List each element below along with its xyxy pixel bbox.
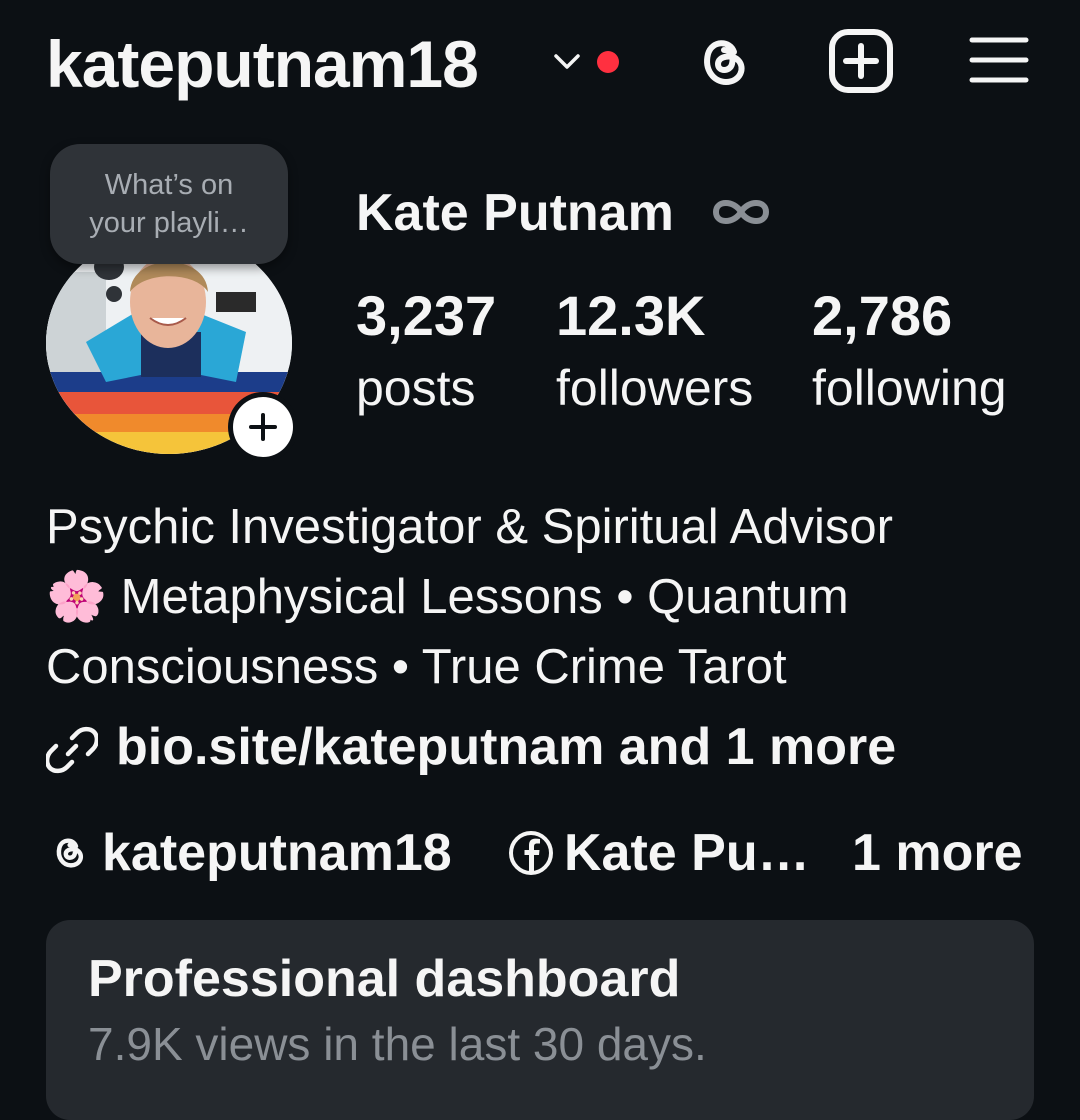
create-new-icon[interactable] bbox=[828, 28, 894, 94]
facebook-icon[interactable] bbox=[508, 830, 554, 876]
note-bubble-tail-dot bbox=[106, 286, 122, 302]
chevron-down-icon[interactable] bbox=[552, 48, 582, 74]
note-bubble[interactable]: What’s on your playli… bbox=[50, 144, 288, 264]
posts-count[interactable]: 3,237 bbox=[356, 282, 496, 350]
add-story-button[interactable] bbox=[228, 392, 298, 462]
plus-icon bbox=[249, 413, 277, 441]
display-name: Kate Putnam bbox=[356, 184, 674, 242]
facebook-link[interactable]: Kate Pu… bbox=[564, 818, 810, 888]
bio-line: Psychic Investigator & Spiritual Advisor bbox=[46, 500, 893, 554]
following-label[interactable]: following bbox=[812, 356, 1007, 420]
infinity-icon[interactable] bbox=[708, 192, 774, 232]
profile-username[interactable]: kateputnam18 bbox=[46, 22, 479, 106]
dashboard-subtitle: 7.9K views in the last 30 days. bbox=[88, 1018, 707, 1070]
note-text: What’s on your playli… bbox=[89, 169, 249, 239]
bio-line: 🌸 Metaphysical Lessons • Quantum bbox=[46, 570, 849, 624]
bio-link[interactable]: bio.site/kateputnam and 1 more bbox=[116, 712, 896, 782]
dashboard-title: Professional dashboard bbox=[88, 950, 681, 1008]
professional-dashboard-card[interactable]: Professional dashboard 7.9K views in the… bbox=[46, 920, 1034, 1120]
posts-label[interactable]: posts bbox=[356, 356, 476, 420]
followers-label[interactable]: followers bbox=[556, 356, 753, 420]
bio-line: Consciousness • True Crime Tarot bbox=[46, 640, 787, 694]
link-icon bbox=[46, 726, 98, 774]
threads-link[interactable]: kateputnam18 bbox=[102, 818, 452, 888]
more-links-button[interactable]: 1 more bbox=[852, 818, 1023, 888]
bio: Psychic Investigator & Spiritual Advisor… bbox=[46, 492, 1056, 702]
threads-icon[interactable] bbox=[48, 830, 90, 874]
following-count[interactable]: 2,786 bbox=[812, 282, 952, 350]
threads-icon[interactable] bbox=[690, 28, 756, 94]
notification-dot bbox=[597, 51, 619, 73]
menu-icon[interactable] bbox=[966, 30, 1032, 90]
followers-count[interactable]: 12.3K bbox=[556, 282, 705, 350]
